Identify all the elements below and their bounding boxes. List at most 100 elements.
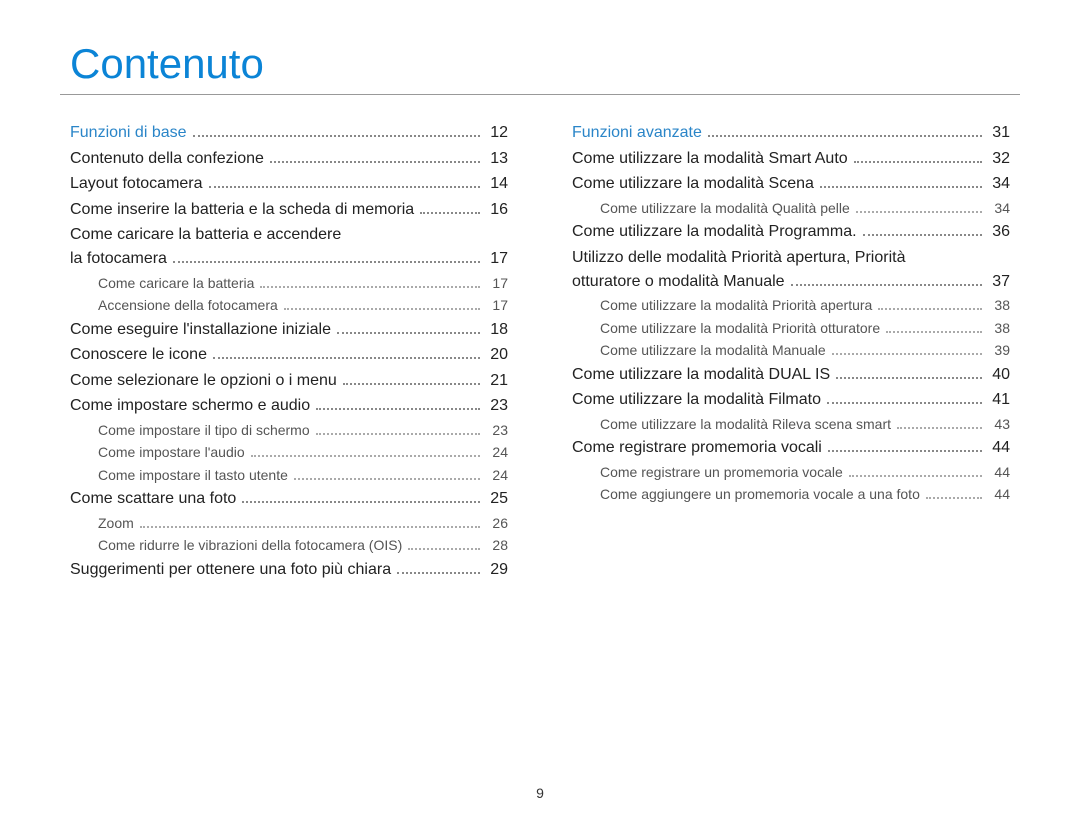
toc-subitem-label: Come caricare la batteria (98, 273, 254, 294)
leader-dots (856, 199, 982, 212)
leader-dots (836, 365, 982, 378)
leader-dots (828, 439, 982, 452)
toc-item[interactable]: Layout fotocamera14 (70, 172, 508, 196)
toc-item-label: Come utilizzare la modalità Filmato (572, 388, 821, 412)
toc-page-number: 16 (486, 198, 508, 222)
leader-dots (209, 175, 480, 188)
leader-dots (820, 175, 982, 188)
leader-dots (408, 537, 480, 550)
toc-page-number: 31 (988, 121, 1010, 145)
toc-item[interactable]: Come utilizzare la modalità DUAL IS40 (572, 363, 1010, 387)
toc-page-number: 17 (486, 247, 508, 271)
toc-item-label: Come utilizzare la modalità DUAL IS (572, 363, 830, 387)
toc-item-label: Suggerimenti per ottenere una foto più c… (70, 558, 391, 582)
toc-section[interactable]: Funzioni di base12 (70, 121, 508, 145)
toc-page-number: 28 (486, 535, 508, 556)
leader-dots (854, 149, 982, 162)
toc-section-label: Funzioni avanzate (572, 121, 702, 145)
toc-item[interactable]: Suggerimenti per ottenere una foto più c… (70, 558, 508, 582)
toc-item[interactable]: Come caricare la batteria e accendere (70, 223, 508, 247)
toc-page-number: 26 (486, 513, 508, 534)
toc-subitem-label: Come aggiungere un promemoria vocale a u… (600, 484, 920, 505)
toc-page-number: 17 (486, 273, 508, 294)
toc-page-number: 43 (988, 414, 1010, 435)
toc-item[interactable]: Contenuto della confezione13 (70, 147, 508, 171)
toc-subitem[interactable]: Accensione della fotocamera17 (70, 295, 508, 316)
toc-subitem-label: Come impostare l'audio (98, 442, 245, 463)
toc-item-label: Come scattare una foto (70, 487, 236, 511)
toc-page-number: 44 (988, 462, 1010, 483)
toc-item[interactable]: la fotocamera17 (70, 247, 508, 271)
toc-subitem[interactable]: Come caricare la batteria 17 (70, 273, 508, 294)
leader-dots (420, 200, 480, 213)
toc-subitem[interactable]: Come aggiungere un promemoria vocale a u… (572, 484, 1010, 505)
toc-subitem[interactable]: Come registrare un promemoria vocale44 (572, 462, 1010, 483)
toc-subitem-label: Come utilizzare la modalità Qualità pell… (600, 198, 850, 219)
toc-item-label: Come eseguire l'installazione iniziale (70, 318, 331, 342)
toc-subitem[interactable]: Come utilizzare la modalità Priorità ott… (572, 318, 1010, 339)
leader-dots (897, 415, 982, 428)
toc-item-label: Conoscere le icone (70, 343, 207, 367)
toc-item[interactable]: Come utilizzare la modalità Filmato 41 (572, 388, 1010, 412)
page-number: 9 (0, 785, 1080, 801)
leader-dots (886, 319, 982, 332)
toc-item[interactable]: Come utilizzare la modalità Scena34 (572, 172, 1010, 196)
toc-subitem-label: Come impostare il tasto utente (98, 465, 288, 486)
leader-dots (316, 421, 480, 434)
toc-page-number: 39 (988, 340, 1010, 361)
leader-dots (284, 297, 480, 310)
toc-item[interactable]: Conoscere le icone 20 (70, 343, 508, 367)
toc-subitem[interactable]: Come impostare l'audio24 (70, 442, 508, 463)
toc-page-number: 44 (988, 436, 1010, 460)
leader-dots (337, 320, 480, 333)
leader-dots (140, 514, 480, 527)
toc-page-number: 23 (486, 420, 508, 441)
toc-subitem-label: Come utilizzare la modalità Priorità ott… (600, 318, 880, 339)
leader-dots (193, 124, 480, 137)
toc-item[interactable]: Come scattare una foto 25 (70, 487, 508, 511)
toc-item[interactable]: Come utilizzare la modalità Programma.36 (572, 220, 1010, 244)
toc-page-number: 20 (486, 343, 508, 367)
toc-subitem[interactable]: Zoom 26 (70, 513, 508, 534)
toc-page-number: 13 (486, 147, 508, 171)
toc-section[interactable]: Funzioni avanzate 31 (572, 121, 1010, 145)
toc-page-number: 36 (988, 220, 1010, 244)
toc-item[interactable]: Come impostare schermo e audio23 (70, 394, 508, 418)
toc-item[interactable]: Come inserire la batteria e la scheda di… (70, 198, 508, 222)
toc-right-column: Funzioni avanzate31Come utilizzare la mo… (572, 121, 1010, 583)
toc-subitem[interactable]: Come ridurre le vibrazioni della fotocam… (70, 535, 508, 556)
leader-dots (242, 490, 480, 503)
toc-page-number: 25 (486, 487, 508, 511)
toc-subitem[interactable]: Come utilizzare la modalità Qualità pell… (572, 198, 1010, 219)
toc-page-number: 38 (988, 295, 1010, 316)
toc-page-number: 17 (486, 295, 508, 316)
leader-dots (251, 444, 480, 457)
toc-page-number: 41 (988, 388, 1010, 412)
toc-columns: Funzioni di base12Contenuto della confez… (60, 115, 1020, 583)
toc-item[interactable]: Utilizzo delle modalità Priorità apertur… (572, 246, 1010, 270)
toc-item-label: Come utilizzare la modalità Scena (572, 172, 814, 196)
toc-subitem[interactable]: Come impostare il tasto utente24 (70, 465, 508, 486)
toc-item[interactable]: Come eseguire l'installazione iniziale18 (70, 318, 508, 342)
toc-item[interactable]: Come selezionare le opzioni o i menu21 (70, 369, 508, 393)
toc-page-number: 14 (486, 172, 508, 196)
toc-item[interactable]: otturatore o modalità Manuale37 (572, 270, 1010, 294)
leader-dots (270, 149, 480, 162)
leader-dots (849, 463, 982, 476)
toc-page-number: 29 (486, 558, 508, 582)
toc-subitem-label: Come impostare il tipo di schermo (98, 420, 310, 441)
toc-item[interactable]: Come utilizzare la modalità Smart Auto32 (572, 147, 1010, 171)
toc-page-number: 37 (988, 270, 1010, 294)
toc-item-label: Come selezionare le opzioni o i menu (70, 369, 337, 393)
toc-subitem[interactable]: Come utilizzare la modalità Manuale 39 (572, 340, 1010, 361)
toc-subitem[interactable]: Come impostare il tipo di schermo 23 (70, 420, 508, 441)
toc-page-number: 12 (486, 121, 508, 145)
toc-subitem-label: Zoom (98, 513, 134, 534)
toc-page-number: 34 (988, 198, 1010, 219)
toc-subitem[interactable]: Come utilizzare la modalità Rileva scena… (572, 414, 1010, 435)
leader-dots (708, 124, 982, 137)
toc-item-label: Come inserire la batteria e la scheda di… (70, 198, 414, 222)
toc-subitem-label: Come utilizzare la modalità Manuale (600, 340, 826, 361)
toc-item[interactable]: Come registrare promemoria vocali44 (572, 436, 1010, 460)
toc-subitem[interactable]: Come utilizzare la modalità Priorità ape… (572, 295, 1010, 316)
